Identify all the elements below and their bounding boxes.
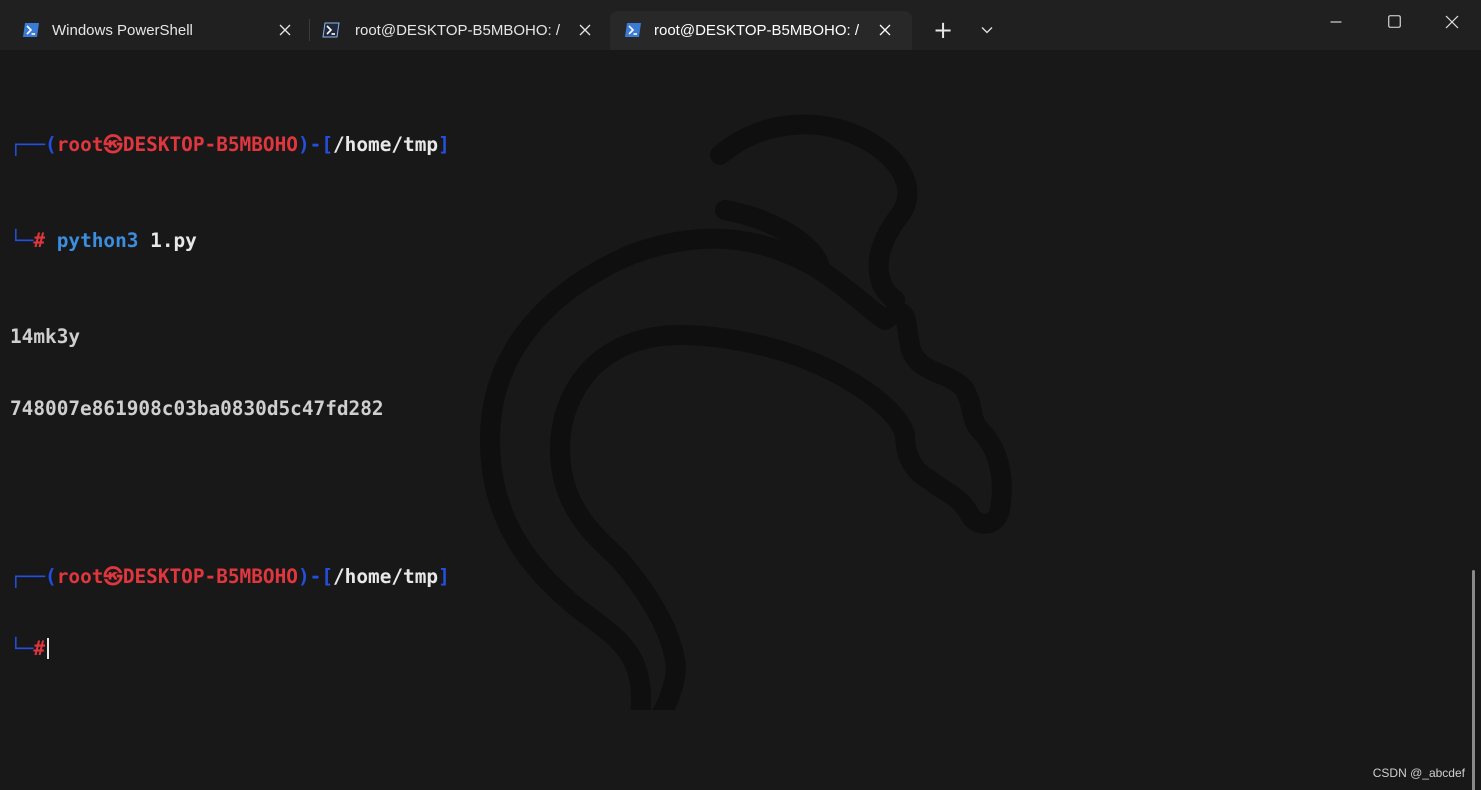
prompt-path: /home/tmp — [333, 565, 439, 588]
prompt-header-line: ┌──(root㉿DESKTOP-B5MBOHO)-[/home/tmp] — [10, 565, 450, 588]
chevron-down-icon — [981, 21, 993, 39]
terminal-pane[interactable]: ┌──(root㉿DESKTOP-B5MBOHO)-[/home/tmp] └─… — [0, 50, 1481, 790]
plus-icon: + — [932, 16, 954, 44]
tab-title: root@DESKTOP-B5MBOHO: / — [654, 22, 859, 39]
command-program: python3 — [56, 229, 139, 252]
close-tab-icon[interactable] — [875, 20, 895, 40]
prompt-hash: # — [33, 637, 46, 660]
tab-title: Windows PowerShell — [52, 22, 193, 39]
kali-dragon-logo — [480, 114, 1012, 710]
close-tab-icon[interactable] — [575, 20, 595, 40]
close-tab-icon[interactable] — [275, 20, 295, 40]
minimize-icon — [1330, 15, 1342, 33]
tab-root-desktop-2[interactable]: root@DESKTOP-B5MBOHO: / — [610, 11, 912, 50]
prompt-path: /home/tmp — [333, 133, 439, 156]
close-icon — [1445, 15, 1459, 34]
terminal-output: ┌──(root㉿DESKTOP-B5MBOHO)-[/home/tmp] └─… — [10, 61, 450, 709]
input-line[interactable]: └─# — [10, 637, 450, 661]
tab-title: root@DESKTOP-B5MBOHO: /h — [355, 22, 561, 39]
csdn-watermark: CSDN @_abcdef — [1372, 766, 1465, 780]
prompt-user: root — [56, 565, 104, 588]
powershell-icon — [322, 22, 340, 38]
tab-dropdown-button[interactable] — [973, 16, 1001, 44]
text-cursor — [47, 638, 50, 659]
tab-root-desktop-1[interactable]: root@DESKTOP-B5MBOHO: /h — [308, 11, 608, 50]
maximize-button[interactable] — [1370, 0, 1418, 48]
prompt-host: DESKTOP-B5MBOHO — [122, 565, 298, 588]
at-symbol: ㉿ — [103, 565, 123, 588]
output-line: 748007e861908c03ba0830d5c47fd282 — [10, 397, 384, 420]
command-args: 1.py — [150, 229, 197, 252]
new-tab-button[interactable]: + — [928, 16, 958, 44]
prompt-host: DESKTOP-B5MBOHO — [122, 133, 298, 156]
scrollbar[interactable] — [1472, 570, 1475, 790]
output-line: 14mk3y — [10, 325, 81, 348]
command-line: └─# python3 1.py — [10, 229, 197, 252]
tab-windows-powershell[interactable]: Windows PowerShell — [8, 11, 304, 50]
powershell-icon — [624, 22, 642, 38]
powershell-icon — [22, 22, 40, 38]
at-symbol: ㉿ — [103, 133, 123, 156]
title-bar: Windows PowerShell root@DESKTOP-B5MBOHO:… — [0, 0, 1481, 50]
prompt-user: root — [56, 133, 104, 156]
prompt-hash: # — [33, 229, 46, 252]
prompt-header-line: ┌──(root㉿DESKTOP-B5MBOHO)-[/home/tmp] — [10, 133, 450, 156]
maximize-icon — [1387, 15, 1401, 33]
minimize-button[interactable] — [1312, 0, 1360, 48]
close-window-button[interactable] — [1428, 0, 1476, 48]
